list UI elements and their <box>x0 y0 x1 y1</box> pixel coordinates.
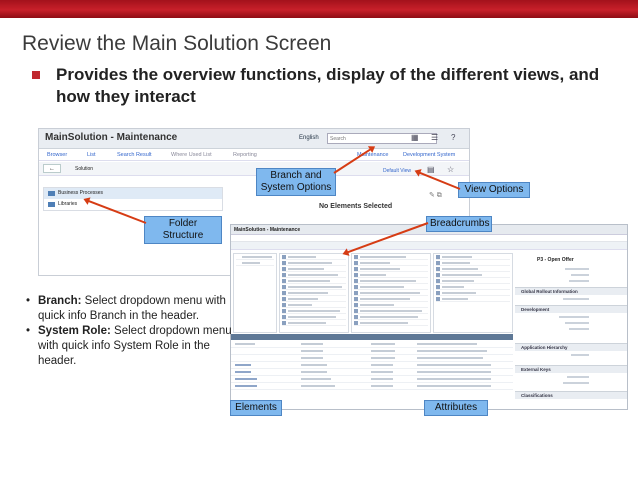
callout-folder-structure: Folder Structure <box>144 216 222 244</box>
section-global-rollout[interactable]: Global Rollout Information <box>515 287 627 295</box>
callout-elements: Elements <box>230 400 282 416</box>
callout-attributes: Attributes <box>424 400 488 416</box>
tree-item-libraries[interactable]: Libraries <box>44 199 222 210</box>
main-bullet: Provides the overview functions, display… <box>56 65 600 106</box>
screenshot-header: MainSolution - Maintenance English Searc… <box>39 129 469 149</box>
tree-item-label: Libraries <box>58 201 78 207</box>
note-branch: • Branch: Select dropdown menu with quick… <box>26 295 226 322</box>
detail-screenshot: MainSolution - Maintenance P3 - Open Off… <box>230 224 628 410</box>
note-system-role: • System Role: Select dropdown menu with … <box>26 325 232 367</box>
empty-state-message: No Elements Selected <box>319 203 393 210</box>
section-development[interactable]: Development <box>515 305 627 313</box>
screenshot-nav: Browser List Search Result Where Used Li… <box>39 149 469 161</box>
section-external-keys[interactable]: External Keys <box>515 365 627 373</box>
note-label: System Role: <box>38 325 111 337</box>
callout-branch-system: Branch and System Options <box>256 168 336 196</box>
help-icon[interactable]: ? <box>451 133 455 142</box>
detail-object-title: P3 - Open Offer <box>537 257 574 263</box>
callout-breadcrumbs: Breadcrumbs <box>426 216 492 232</box>
slide-title: Review the Main Solution Screen <box>22 32 332 55</box>
bullet-marker <box>32 71 40 79</box>
tab-where-used[interactable]: Where Used List <box>171 152 212 158</box>
tree-item-business-processes[interactable]: Business Processes <box>44 188 222 199</box>
language-select[interactable]: English <box>299 135 319 141</box>
detail-steps-pane-2 <box>433 253 513 333</box>
screenshot-title: MainSolution - Maintenance <box>45 132 178 143</box>
section-classifications[interactable]: Classifications <box>515 391 627 399</box>
folder-icon <box>48 202 55 207</box>
breadcrumb-solution[interactable]: Solution <box>75 166 93 172</box>
elements-table-header <box>231 334 513 340</box>
section-application-hierarchy[interactable]: Application Hierarchy <box>515 343 627 351</box>
callout-view-options: View Options <box>458 182 530 198</box>
detail-nav <box>231 235 627 242</box>
tab-search-result[interactable]: Search Result <box>117 152 152 158</box>
back-button[interactable]: ← <box>43 164 61 173</box>
detail-processes-pane <box>279 253 349 333</box>
folder-icon <box>48 191 55 196</box>
detail-breadcrumb <box>231 242 627 250</box>
edit-buttons[interactable]: ✎ ⧉ <box>429 191 442 200</box>
search-input[interactable]: Search <box>327 133 437 144</box>
tab-browser[interactable]: Browser <box>47 152 67 158</box>
view-settings-icon[interactable]: ▤ <box>427 165 435 174</box>
tab-list[interactable]: List <box>87 152 96 158</box>
favorites-icon[interactable]: ☆ <box>447 165 454 174</box>
note-label: Branch: <box>38 295 82 307</box>
building-icon[interactable]: ▦ <box>411 133 419 142</box>
development-system-dropdown[interactable]: Development System <box>403 152 455 158</box>
tree-item-label: Business Processes <box>58 190 104 196</box>
detail-tree-pane <box>233 253 277 333</box>
detail-steps-pane <box>351 253 431 333</box>
default-view-dropdown[interactable]: Default View <box>383 168 411 174</box>
slide-header-bar <box>0 0 638 18</box>
notes-list: • Branch: Select dropdown menu with quick… <box>26 294 232 369</box>
folder-tree: Business Processes Libraries <box>43 187 223 211</box>
list-icon[interactable]: ☰ <box>431 133 438 142</box>
tab-reporting[interactable]: Reporting <box>233 152 257 158</box>
